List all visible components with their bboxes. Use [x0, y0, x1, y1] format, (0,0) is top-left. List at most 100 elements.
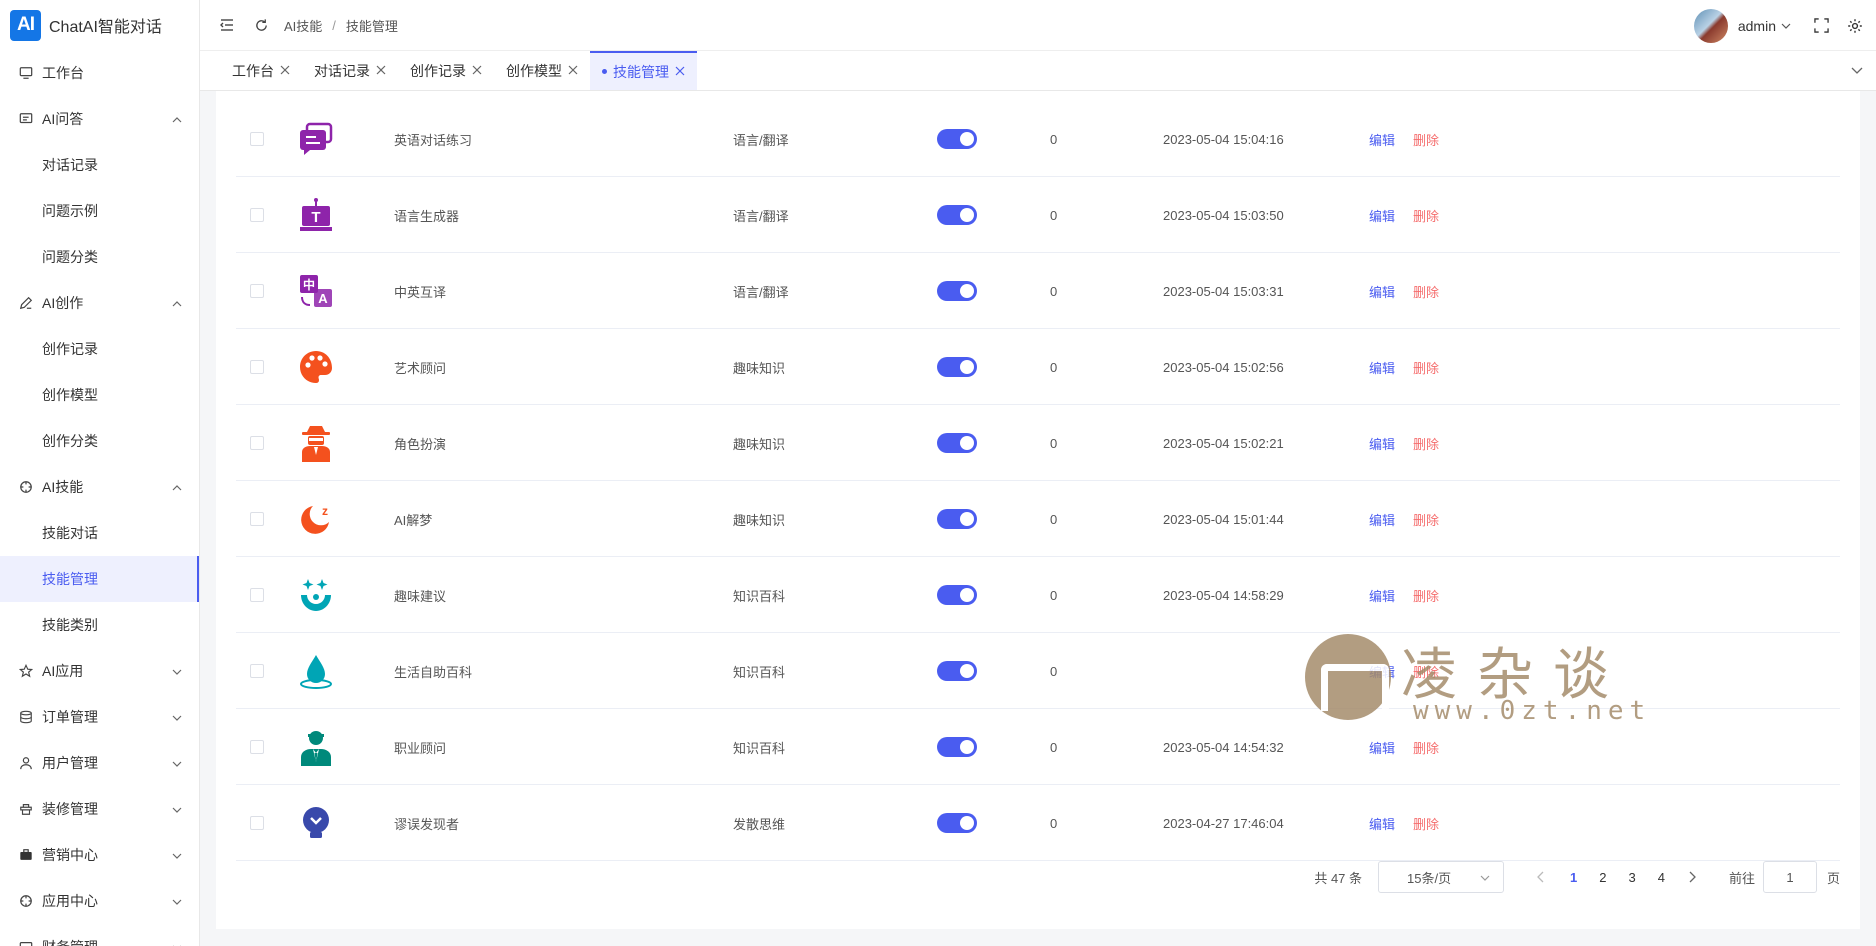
tab[interactable]: 技能管理 — [590, 51, 697, 90]
edit-link[interactable]: 编辑 — [1369, 434, 1395, 453]
sidebar-subitem[interactable]: 技能管理 — [0, 556, 199, 602]
page-number[interactable]: 1 — [1570, 870, 1577, 885]
close-icon[interactable] — [568, 63, 578, 78]
edit-link[interactable]: 编辑 — [1369, 130, 1395, 149]
row-checkbox[interactable] — [250, 284, 264, 298]
close-icon[interactable] — [280, 63, 290, 78]
page-size-select[interactable]: 15条/页 — [1378, 861, 1505, 893]
row-checkbox[interactable] — [250, 664, 264, 678]
prev-page-icon[interactable] — [1534, 870, 1548, 884]
tab[interactable]: 工作台 — [220, 51, 302, 90]
delete-link[interactable]: 删除 — [1413, 738, 1439, 757]
sidebar-subitem[interactable]: 创作分类 — [0, 418, 199, 464]
status-toggle[interactable] — [937, 585, 977, 605]
sidebar-group[interactable]: 订单管理 — [0, 694, 199, 740]
row-checkbox[interactable] — [250, 740, 264, 754]
sidebar-subitem[interactable]: 技能对话 — [0, 510, 199, 556]
page-number[interactable]: 2 — [1599, 870, 1606, 885]
edit-link[interactable]: 编辑 — [1369, 662, 1395, 681]
row-checkbox[interactable] — [250, 132, 264, 146]
sidebar-group[interactable]: 应用中心 — [0, 878, 199, 924]
sidebar-subitem[interactable]: 创作模型 — [0, 372, 199, 418]
sidebar-group[interactable]: 营销中心 — [0, 832, 199, 878]
sidebar-subitem[interactable]: 问题分类 — [0, 234, 199, 280]
status-toggle[interactable] — [937, 205, 977, 225]
menu-fold-icon[interactable] — [218, 16, 236, 34]
user-name[interactable]: admin — [1738, 18, 1776, 34]
monitor-icon — [18, 65, 34, 81]
row-checkbox[interactable] — [250, 816, 264, 830]
app-logo[interactable]: AI ChatAI智能对话 — [0, 0, 199, 50]
sidebar-group[interactable]: 财务管理 — [0, 924, 199, 946]
tabs-dropdown-icon[interactable] — [1850, 63, 1864, 77]
close-icon[interactable] — [376, 63, 386, 78]
next-page-icon[interactable] — [1685, 870, 1699, 884]
fullscreen-icon[interactable] — [1812, 17, 1830, 35]
delete-link[interactable]: 删除 — [1413, 434, 1439, 453]
close-icon[interactable] — [675, 64, 685, 79]
actions-cell: 编辑 删除 — [1369, 177, 1439, 253]
status-toggle[interactable] — [937, 509, 977, 529]
status-toggle[interactable] — [937, 661, 977, 681]
skill-category: 知识百科 — [733, 588, 786, 604]
edit-link[interactable]: 编辑 — [1369, 358, 1395, 377]
sidebar-subitem[interactable]: 对话记录 — [0, 142, 199, 188]
status-toggle[interactable] — [937, 813, 977, 833]
edit-link[interactable]: 编辑 — [1369, 206, 1395, 225]
sidebar-subitem[interactable]: 技能类别 — [0, 602, 199, 648]
page-number[interactable]: 3 — [1629, 870, 1636, 885]
delete-link[interactable]: 删除 — [1413, 814, 1439, 833]
status-toggle[interactable] — [937, 433, 977, 453]
delete-link[interactable]: 删除 — [1413, 282, 1439, 301]
sidebar-group[interactable]: AI技能 — [0, 464, 199, 510]
refresh-icon[interactable] — [252, 16, 270, 34]
row-checkbox[interactable] — [250, 588, 264, 602]
status-toggle[interactable] — [937, 737, 977, 757]
skill-category: 趣味知识 — [733, 436, 786, 452]
row-checkbox[interactable] — [250, 360, 264, 374]
edit-link[interactable]: 编辑 — [1369, 586, 1395, 605]
icon-cell — [296, 101, 336, 177]
tab[interactable]: 创作模型 — [494, 51, 590, 90]
close-icon[interactable] — [472, 63, 482, 78]
avatar[interactable] — [1693, 8, 1728, 43]
delete-link[interactable]: 删除 — [1413, 586, 1439, 605]
sidebar-subitem[interactable]: 问题示例 — [0, 188, 199, 234]
page-number[interactable]: 4 — [1658, 870, 1665, 885]
goto-page-input[interactable]: 1 — [1762, 861, 1817, 893]
delete-link[interactable]: 删除 — [1413, 206, 1439, 225]
delete-link[interactable]: 删除 — [1413, 130, 1439, 149]
sidebar-item[interactable]: 工作台 — [0, 50, 199, 96]
delete-link[interactable]: 删除 — [1413, 662, 1439, 681]
tab-label: 对话记录 — [314, 62, 370, 79]
select-cell — [250, 253, 264, 329]
sidebar-group[interactable]: 用户管理 — [0, 740, 199, 786]
table-row: 英语对话练习 语言/翻译 0 2023-05-04 15:04:16 编辑 删除 — [236, 101, 1840, 177]
sidebar-group[interactable]: AI问答 — [0, 96, 199, 142]
sidebar-group[interactable]: AI应用 — [0, 648, 199, 694]
gear-icon[interactable] — [1846, 17, 1864, 35]
edit-link[interactable]: 编辑 — [1369, 510, 1395, 529]
row-checkbox[interactable] — [250, 436, 264, 450]
sidebar-subitem[interactable]: 创作记录 — [0, 326, 199, 372]
edit-link[interactable]: 编辑 — [1369, 738, 1395, 757]
edit-link[interactable]: 编辑 — [1369, 282, 1395, 301]
sidebar-group[interactable]: 装修管理 — [0, 786, 199, 832]
breadcrumb-item[interactable]: AI技能 — [284, 16, 322, 35]
status-toggle[interactable] — [937, 129, 977, 149]
status-toggle[interactable] — [937, 281, 977, 301]
table-row: 艺术顾问 趣味知识 0 2023-05-04 15:02:56 编辑 删除 — [236, 329, 1840, 405]
select-cell — [250, 177, 264, 253]
row-checkbox[interactable] — [250, 512, 264, 526]
edit-link[interactable]: 编辑 — [1369, 814, 1395, 833]
tab[interactable]: 对话记录 — [302, 51, 398, 90]
detective-icon — [296, 423, 336, 463]
row-checkbox[interactable] — [250, 208, 264, 222]
chevron-down-icon[interactable] — [1780, 17, 1792, 35]
delete-link[interactable]: 删除 — [1413, 358, 1439, 377]
tab[interactable]: 创作记录 — [398, 51, 494, 90]
sidebar-group[interactable]: AI创作 — [0, 280, 199, 326]
skill-category: 语言/翻译 — [733, 284, 789, 300]
status-toggle[interactable] — [937, 357, 977, 377]
delete-link[interactable]: 删除 — [1413, 510, 1439, 529]
